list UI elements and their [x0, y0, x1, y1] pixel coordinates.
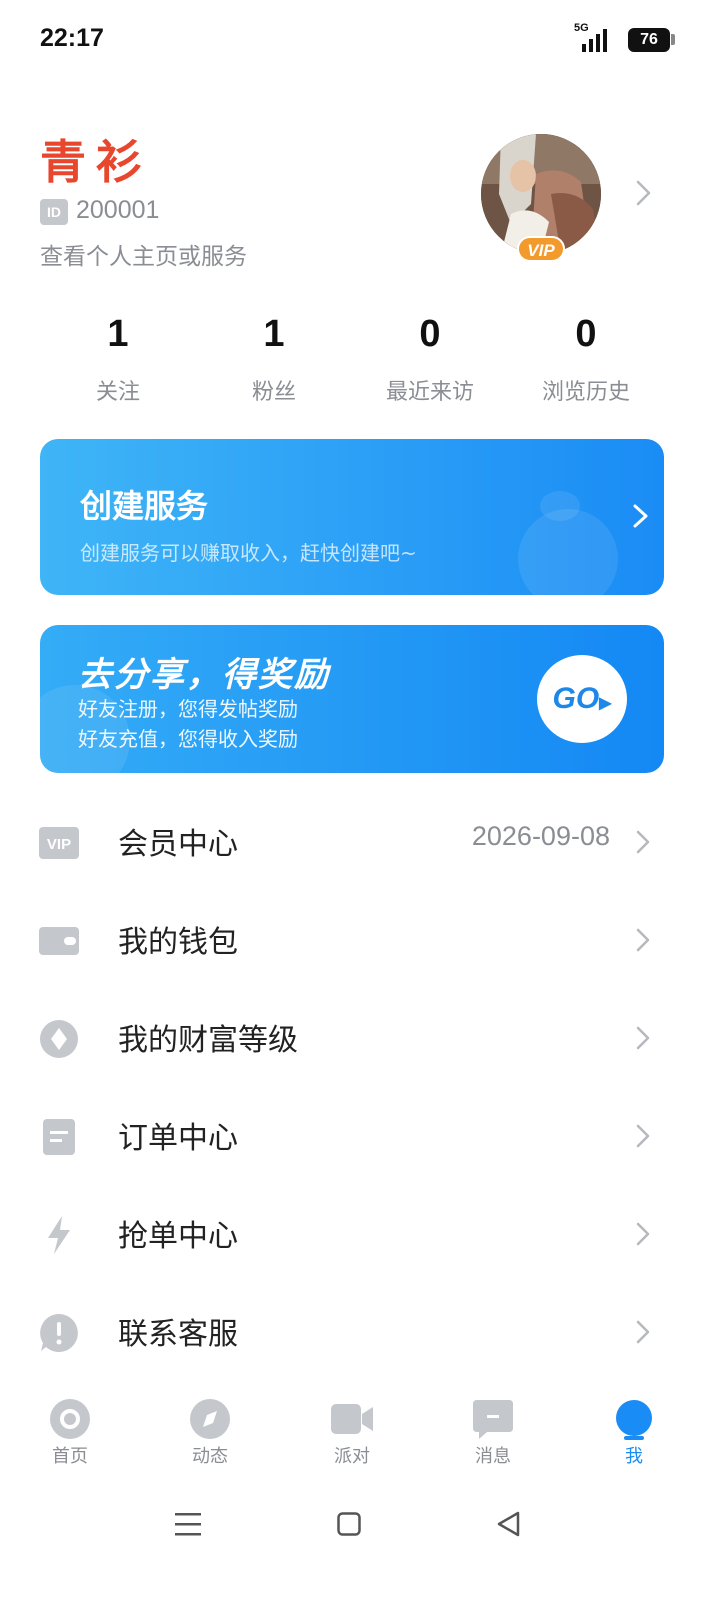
wallet-icon — [39, 927, 79, 955]
home-icon — [50, 1399, 90, 1439]
chevron-right-icon — [636, 1222, 650, 1246]
create-service-banner[interactable]: 创建服务 创建服务可以赚取收入，赶快创建吧~ — [40, 439, 664, 595]
back-icon[interactable] — [496, 1511, 522, 1537]
menu-label: 我的钱包 — [118, 925, 238, 960]
chevron-right-icon[interactable] — [632, 178, 656, 208]
chevron-right-icon — [636, 1320, 650, 1344]
chevron-right-icon — [636, 928, 650, 952]
stat-value: 1 — [107, 313, 129, 355]
svg-text:VIP: VIP — [47, 836, 71, 853]
nav-moments[interactable]: 动态 — [160, 1390, 260, 1480]
diamond-icon — [40, 1020, 78, 1058]
system-nav-bar — [0, 1494, 720, 1554]
bottom-nav: 首页 动态 派对 消息 我 — [0, 1390, 720, 1480]
chevron-right-icon — [633, 504, 648, 528]
go-label: GO — [552, 682, 600, 715]
status-time: 22:17 — [40, 24, 104, 52]
menu-label: 我的财富等级 — [118, 1023, 298, 1058]
menu-label: 会员中心 — [118, 827, 238, 862]
stat-label: 粉丝 — [251, 380, 296, 405]
create-service-title: 创建服务 — [80, 487, 209, 525]
video-icon — [331, 1404, 373, 1434]
vip-badge: VIP — [517, 236, 565, 262]
battery-icon: 76 — [628, 28, 670, 52]
share-reward-title: 去分享，得奖励 — [78, 655, 330, 695]
nav-party[interactable]: 派对 — [302, 1390, 402, 1480]
stat-value: 0 — [575, 313, 597, 355]
stat-label: 关注 — [95, 380, 140, 405]
share-reward-line2: 好友充值，您得收入奖励 — [78, 727, 298, 751]
nav-messages[interactable]: 消息 — [443, 1390, 543, 1480]
menu-label: 订单中心 — [118, 1121, 238, 1156]
user-id: 200001 — [76, 196, 160, 224]
nav-label: 消息 — [475, 1446, 511, 1467]
go-button[interactable]: GO▶ — [537, 655, 627, 743]
alert-icon — [40, 1314, 78, 1352]
create-service-description: 创建服务可以赚取收入，赶快创建吧~ — [80, 541, 417, 565]
document-icon — [43, 1119, 75, 1155]
nav-label: 动态 — [192, 1446, 228, 1467]
status-bar: 22:17 5G 76 — [0, 0, 720, 84]
stat-value: 1 — [263, 313, 285, 355]
menu-item-wallet[interactable]: 我的钱包 — [0, 892, 720, 990]
profile-name: 青衫 — [40, 135, 152, 189]
menu-item-vip-center[interactable]: VIP 会员中心 2026-09-08 — [0, 794, 720, 892]
chevron-right-icon — [636, 1026, 650, 1050]
nav-label: 我 — [625, 1446, 643, 1467]
message-icon — [473, 1400, 513, 1439]
vip-icon: VIP — [39, 827, 79, 859]
id-icon: ID — [40, 199, 68, 225]
share-reward-banner[interactable]: 去分享，得奖励 好友注册，您得发帖奖励 好友充值，您得收入奖励 GO▶ — [40, 625, 664, 773]
stat-label: 浏览历史 — [541, 380, 630, 405]
stat-label: 最近来访 — [385, 380, 474, 405]
stat-recent-visitors[interactable]: 0 最近来访 — [352, 310, 508, 410]
profile-icon — [616, 1400, 652, 1440]
home-square-icon[interactable] — [337, 1512, 361, 1536]
money-bag-decoration — [540, 491, 580, 521]
vip-expiry-date: 2026-09-08 — [471, 821, 610, 851]
stat-value: 0 — [419, 313, 441, 355]
stat-browse-history[interactable]: 0 浏览历史 — [508, 310, 664, 410]
nav-label: 首页 — [52, 1446, 88, 1467]
menu-label: 抢单中心 — [118, 1219, 238, 1254]
chevron-right-icon — [636, 1124, 650, 1148]
chevron-right-icon — [636, 830, 650, 854]
play-icon: ▶ — [599, 695, 612, 712]
nav-label: 派对 — [334, 1446, 370, 1467]
menu-icon[interactable] — [174, 1512, 202, 1536]
stats-row: 1 关注 1 粉丝 0 最近来访 0 浏览历史 — [40, 310, 664, 410]
menu-item-wealth-level[interactable]: 我的财富等级 — [0, 990, 720, 1088]
nav-home[interactable]: 首页 — [20, 1390, 120, 1480]
share-reward-line1: 好友注册，您得发帖奖励 — [78, 697, 298, 721]
menu-item-customer-service[interactable]: 联系客服 — [0, 1284, 720, 1382]
compass-icon — [190, 1399, 230, 1439]
lightning-icon — [48, 1216, 70, 1254]
menu-item-grab-orders[interactable]: 抢单中心 — [0, 1186, 720, 1284]
stat-following[interactable]: 1 关注 — [40, 310, 196, 410]
battery-tip — [671, 34, 675, 45]
profile-subtitle: 查看个人主页或服务 — [40, 244, 247, 270]
menu-label: 联系客服 — [118, 1317, 238, 1352]
money-bag-decoration — [518, 509, 618, 595]
menu-item-order-center[interactable]: 订单中心 — [0, 1088, 720, 1186]
stat-followers[interactable]: 1 粉丝 — [196, 310, 352, 410]
nav-me[interactable]: 我 — [584, 1390, 684, 1480]
signal-icon — [582, 29, 607, 52]
